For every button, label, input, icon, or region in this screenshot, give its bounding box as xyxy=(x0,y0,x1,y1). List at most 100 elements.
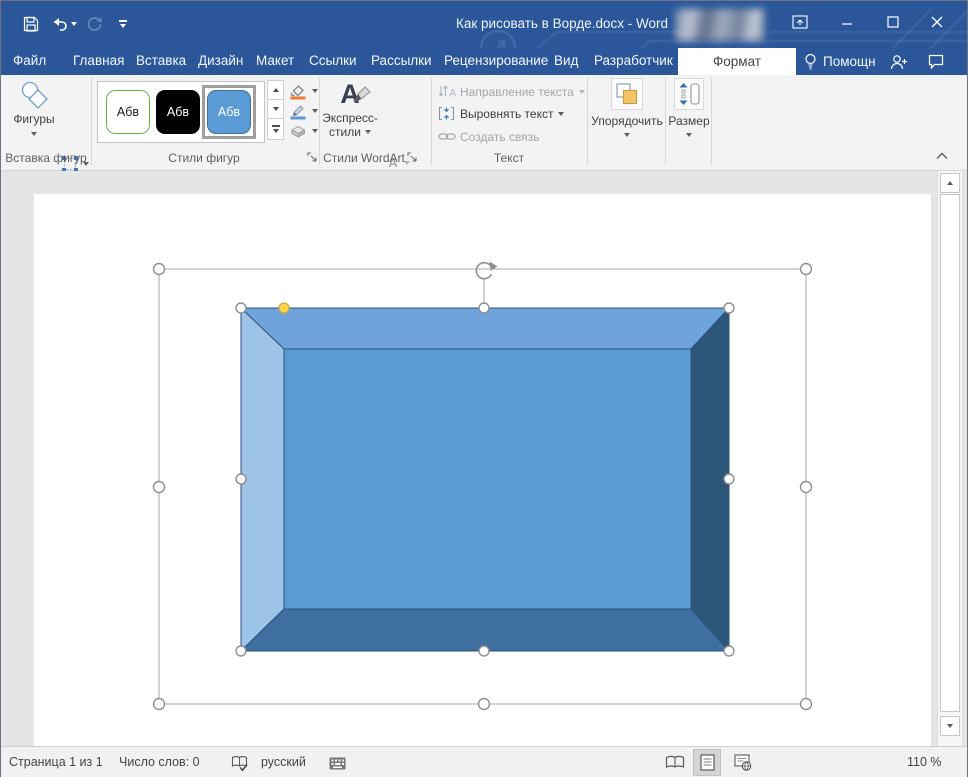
align-text-label: Выровнять текст xyxy=(460,107,553,121)
align-text-button[interactable]: Выровнять текст xyxy=(438,105,564,122)
canvas-resize-handle-s[interactable] xyxy=(479,699,490,710)
bevel-right-face xyxy=(691,308,729,651)
shape-resize-handle-nw[interactable] xyxy=(236,303,246,313)
bevel-center-face[interactable] xyxy=(284,349,691,609)
size-label: Размер xyxy=(668,114,709,128)
shape-outline-button[interactable] xyxy=(289,101,319,121)
text-direction-button[interactable]: A Направление текста xyxy=(438,83,585,100)
maximize-icon xyxy=(887,16,899,28)
scrollbar-thumb[interactable] xyxy=(940,194,960,712)
tab-layout[interactable]: Макет xyxy=(256,48,294,75)
share-person-icon xyxy=(890,54,908,70)
dropdown-icon xyxy=(579,90,585,94)
scroll-up-button[interactable] xyxy=(940,173,960,193)
tell-me-button[interactable]: Помощн xyxy=(804,48,876,75)
maximize-button[interactable] xyxy=(877,7,909,37)
dropdown-icon xyxy=(686,133,692,137)
shapes-button[interactable]: Фигуры xyxy=(7,78,61,136)
close-button[interactable] xyxy=(921,7,953,37)
canvas-resize-handle-e[interactable] xyxy=(801,482,812,493)
language-indicator[interactable]: русский xyxy=(261,747,306,777)
shape-resize-handle-n[interactable] xyxy=(479,303,489,313)
scroll-down-icon xyxy=(947,724,953,728)
shape-style-item-1[interactable]: Абв xyxy=(106,90,150,134)
scroll-down-button[interactable] xyxy=(940,716,960,736)
undo-dropdown-icon[interactable] xyxy=(71,22,77,26)
tell-me-label: Помощн xyxy=(823,54,876,69)
shape-style-tools xyxy=(289,81,319,141)
canvas-resize-handle-nw[interactable] xyxy=(154,264,165,275)
shape-resize-handle-e[interactable] xyxy=(724,474,734,484)
tab-file[interactable]: Файл xyxy=(13,48,46,75)
customize-qat-button[interactable] xyxy=(111,13,135,35)
blurred-contextual-tab-header xyxy=(676,9,764,41)
dropdown-icon xyxy=(558,112,564,116)
dropdown-icon xyxy=(31,132,37,136)
create-link-button[interactable]: Создать связь xyxy=(438,128,539,145)
quick-styles-button[interactable]: А Экспресс- стили xyxy=(323,78,377,139)
redo-button[interactable] xyxy=(83,13,107,35)
minimize-button[interactable] xyxy=(831,7,863,37)
ribbon-display-options-button[interactable] xyxy=(784,7,816,37)
size-button[interactable]: Размер xyxy=(667,78,711,137)
shape-resize-handle-se[interactable] xyxy=(724,646,734,656)
shape-effects-button[interactable] xyxy=(289,121,319,141)
shape-adjust-handle[interactable] xyxy=(279,303,289,313)
document-area xyxy=(1,171,967,746)
tab-view[interactable]: Вид xyxy=(554,48,578,75)
shape-style-item-3-selected[interactable]: Абв xyxy=(207,90,251,134)
tab-references[interactable]: Ссылки xyxy=(309,48,357,75)
shape-style-item-2[interactable]: Абв xyxy=(156,90,200,134)
comment-icon xyxy=(928,54,944,69)
dropdown-icon xyxy=(365,130,371,134)
read-mode-button[interactable] xyxy=(661,749,689,776)
quick-styles-label-2: стили xyxy=(329,125,361,139)
group-label-insert-shapes: Вставка фигур xyxy=(1,151,91,167)
gallery-up-button[interactable] xyxy=(267,80,284,100)
shape-fill-button[interactable] xyxy=(289,81,319,101)
create-link-icon xyxy=(438,131,456,142)
minimize-icon xyxy=(841,16,853,28)
comments-button[interactable] xyxy=(928,48,944,75)
canvas-resize-handle-se[interactable] xyxy=(801,699,812,710)
tab-format-active[interactable]: Формат xyxy=(678,48,796,75)
zoom-level[interactable]: 110 % xyxy=(907,747,942,777)
page-indicator[interactable]: Страница 1 из 1 xyxy=(9,747,103,777)
canvas-resize-handle-w[interactable] xyxy=(154,482,165,493)
canvas-resize-handle-sw[interactable] xyxy=(154,699,165,710)
web-layout-button[interactable] xyxy=(729,749,757,776)
tab-mailings[interactable]: Рассылки xyxy=(371,48,432,75)
word-count[interactable]: Число слов: 0 xyxy=(119,747,200,777)
shape-resize-handle-ne[interactable] xyxy=(724,303,734,313)
tab-developer[interactable]: Разработчик xyxy=(594,48,673,75)
proofing-icon[interactable] xyxy=(231,755,248,772)
arrange-button[interactable]: Упорядочить xyxy=(589,78,665,137)
group-separator xyxy=(91,77,92,165)
ribbon-tab-row: Файл Главная Вставка Дизайн Макет Ссылки… xyxy=(1,48,967,75)
tab-insert[interactable]: Вставка xyxy=(136,48,186,75)
shape-resize-handle-s[interactable] xyxy=(479,646,489,656)
bevel-shape[interactable] xyxy=(241,308,729,651)
wordart-dialog-launcher-icon[interactable] xyxy=(407,152,418,163)
save-button[interactable] xyxy=(19,13,43,35)
print-layout-button[interactable] xyxy=(693,749,721,776)
gallery-up-icon xyxy=(273,88,279,92)
group-separator xyxy=(587,77,588,165)
create-link-label: Создать связь xyxy=(460,130,539,144)
share-button[interactable] xyxy=(890,48,908,75)
collapse-ribbon-icon[interactable] xyxy=(935,151,949,160)
gallery-more-button[interactable] xyxy=(267,118,284,140)
tab-design[interactable]: Дизайн xyxy=(198,48,243,75)
canvas-resize-handle-ne[interactable] xyxy=(801,264,812,275)
group-separator xyxy=(711,77,712,165)
shape-resize-handle-w[interactable] xyxy=(236,474,246,484)
shape-styles-dialog-launcher-icon[interactable] xyxy=(307,152,318,163)
keyboard-icon[interactable] xyxy=(329,757,346,770)
dropdown-icon xyxy=(624,133,630,137)
shape-resize-handle-sw[interactable] xyxy=(236,646,246,656)
tab-review[interactable]: Рецензирование xyxy=(444,48,548,75)
tab-home[interactable]: Главная xyxy=(73,48,124,75)
gallery-down-button[interactable] xyxy=(267,99,284,119)
undo-button[interactable] xyxy=(49,13,79,35)
rotation-handle[interactable] xyxy=(476,262,497,279)
